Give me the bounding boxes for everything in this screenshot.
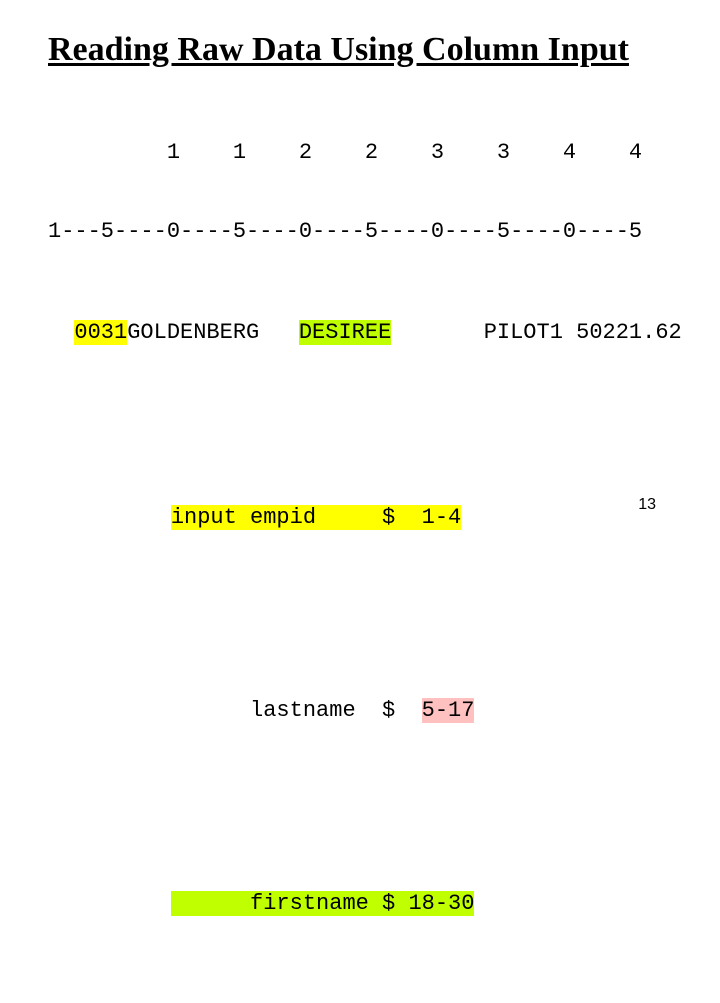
input-empid-line: input empid $ 1-4 xyxy=(118,461,672,573)
input-firstname-line: firstname $ 18-30 xyxy=(118,847,672,959)
input-firstname-text: firstname $ 18-30 xyxy=(171,891,475,916)
input-statement-block: input empid $ 1-4 lastname $ 5-17 firstn… xyxy=(118,387,672,1003)
remaining-fields: PILOT1 50221.62 xyxy=(484,320,682,345)
page-number: 13 xyxy=(638,496,656,514)
input-lastname-line: lastname $ 5-17 xyxy=(118,654,672,766)
slide-title: Reading Raw Data Using Column Input xyxy=(48,30,672,69)
lastname-value: GOLDENBERG xyxy=(127,320,299,345)
firstname-value: DESIREE xyxy=(299,320,391,345)
data-gap xyxy=(391,320,483,345)
input-lastname-label: lastname $ xyxy=(171,698,422,723)
ruler-tens-row: 1 1 2 2 3 3 4 4 xyxy=(48,140,672,166)
raw-data-line: 0031GOLDENBERG DESIREE PILOT1 50221.62 xyxy=(48,294,672,347)
empid-value: 0031 xyxy=(74,320,127,345)
input-lastname-range: 5-17 xyxy=(422,698,475,723)
column-ruler: 1 1 2 2 3 3 4 4 1---5----0----5----0----… xyxy=(48,87,672,272)
ruler-units-row: 1---5----0----5----0----5----0----5----0… xyxy=(48,219,672,245)
input-empid-text: input empid $ 1-4 xyxy=(171,505,461,530)
